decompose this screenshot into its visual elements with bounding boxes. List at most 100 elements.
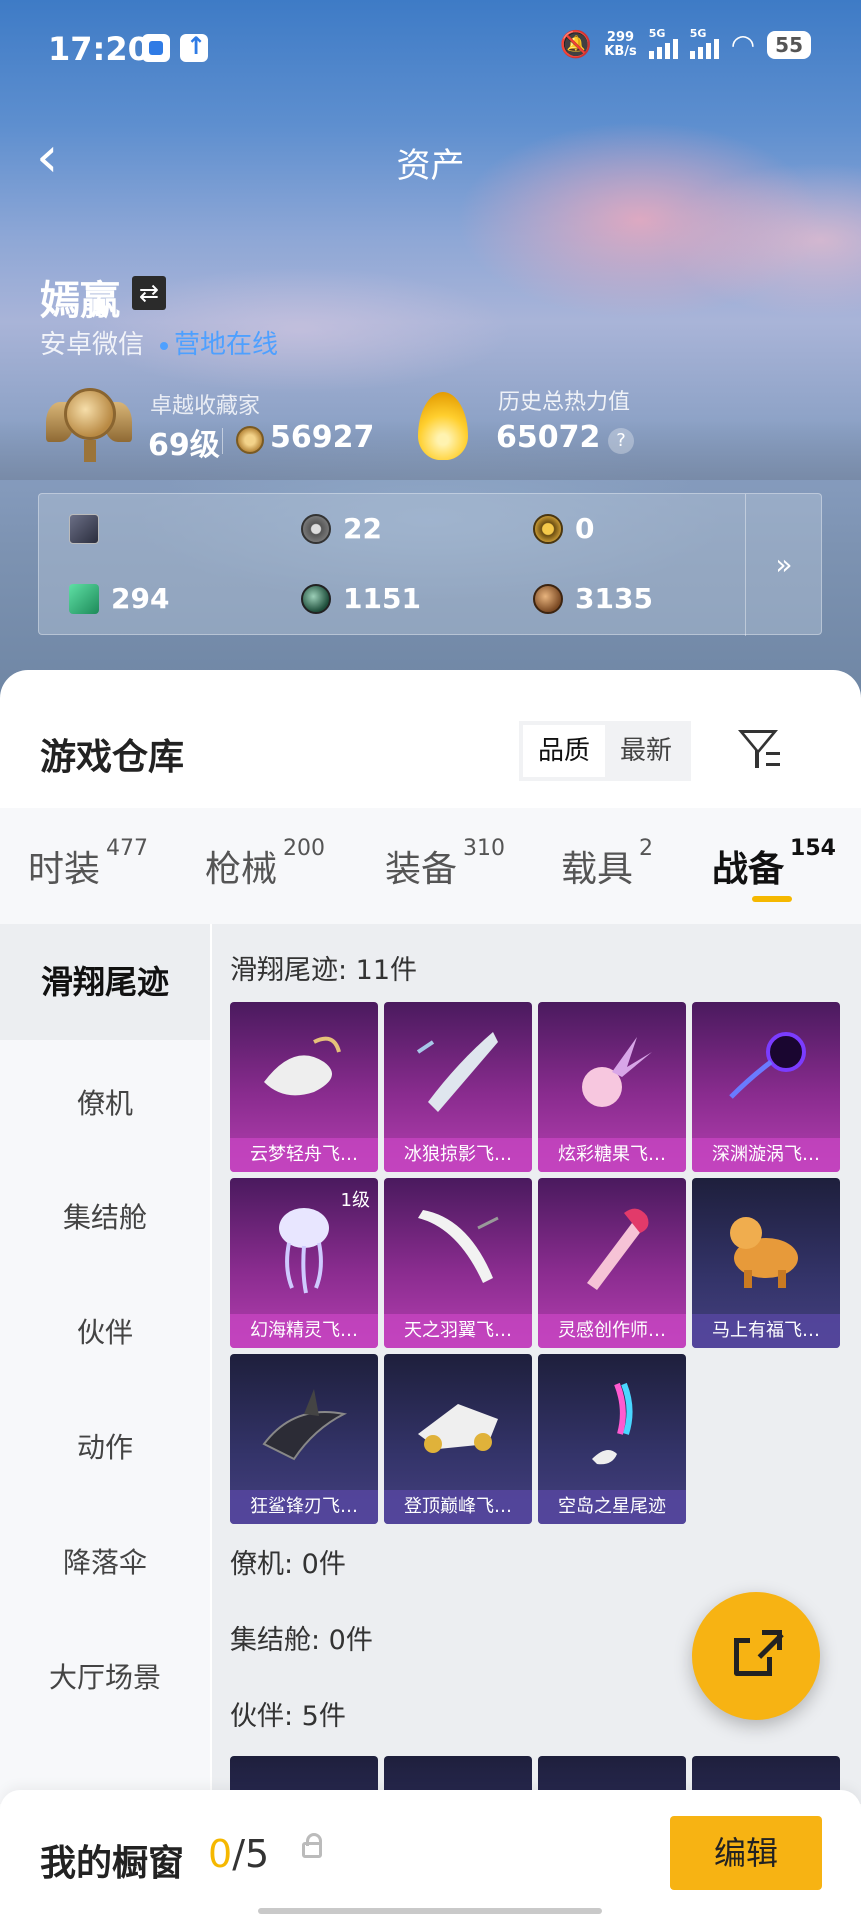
- currency-bronze: 3135: [533, 582, 653, 615]
- currency-gold: 0: [533, 512, 594, 545]
- sidebar-item-capsule[interactable]: 集结舱: [0, 1196, 210, 1236]
- item-card[interactable]: 炫彩糖果飞…: [538, 1002, 686, 1172]
- section-title-partner: 伙伴: 5件: [230, 1701, 346, 1732]
- item-card[interactable]: 1级 幻海精灵飞…: [230, 1178, 378, 1348]
- item-name: 狂鲨锋刃飞…: [230, 1490, 378, 1524]
- card-icon: [69, 513, 99, 544]
- page-title: 资产: [396, 146, 465, 186]
- signal-icon: 5G: [648, 27, 678, 59]
- filter-icon[interactable]: [736, 726, 784, 774]
- help-icon[interactable]: ?: [608, 428, 634, 454]
- sidebar-item-lobby-scene[interactable]: 大厅场景: [0, 1656, 210, 1696]
- switch-account-icon[interactable]: ⇄: [132, 276, 166, 310]
- lock-icon: [302, 1833, 322, 1858]
- share-button[interactable]: [692, 1592, 820, 1720]
- paint-brush-icon: [587, 1208, 649, 1290]
- feather-wings-icon: [418, 1210, 499, 1283]
- horse-icon: [730, 1217, 798, 1288]
- battery-indicator: 55: [767, 30, 811, 59]
- shark-icon: [262, 1389, 348, 1461]
- online-status: 营地在线: [160, 324, 278, 361]
- platform-label: 安卓微信: [40, 330, 145, 360]
- rainbow-trail-icon: [592, 1382, 633, 1465]
- sidebar-item-parachute[interactable]: 降落伞: [0, 1541, 210, 1581]
- collector-title: 卓越收藏家: [150, 394, 261, 419]
- section-title-glide: 滑翔尾迹: 11件: [230, 955, 418, 986]
- net-speed: 299 KB/s: [604, 29, 637, 59]
- item-card[interactable]: 登顶巅峰飞…: [384, 1354, 532, 1524]
- home-indicator: [258, 1908, 602, 1914]
- currency-silver: 22: [301, 512, 382, 545]
- item-name: 空岛之星尾迹: [538, 1490, 686, 1524]
- item-card[interactable]: 深渊漩涡飞…: [692, 1002, 840, 1172]
- item-name: 登顶巅峰飞…: [384, 1490, 532, 1524]
- section-title-wingman: 僚机: 0件: [230, 1549, 346, 1580]
- tab-vehicles[interactable]: 载具2: [561, 836, 653, 892]
- bronze-coin-icon: [533, 583, 563, 614]
- jellyfish-icon: [279, 1208, 329, 1294]
- sidebar-item-glide-trail[interactable]: 滑翔尾迹: [0, 924, 210, 1040]
- sort-quality-button[interactable]: 品质: [523, 725, 605, 777]
- item-name: 云梦轻舟飞…: [230, 1138, 378, 1172]
- glide-trail-icon: [582, 1037, 652, 1107]
- currency-panel[interactable]: 4 22 0 294 1151 3135 »: [38, 493, 823, 636]
- ticket-icon: [69, 583, 99, 614]
- collector-coin-icon: [236, 426, 264, 454]
- tab-fashion[interactable]: 时装477: [28, 836, 148, 892]
- item-card[interactable]: 马上有福飞…: [692, 1178, 840, 1348]
- currency-more-icon[interactable]: »: [745, 494, 823, 636]
- upload-notification-icon: [180, 32, 208, 62]
- showcase-count: 0/5: [208, 1832, 270, 1876]
- currency-card: 4: [69, 512, 99, 545]
- item-name: 深渊漩涡飞…: [692, 1138, 840, 1172]
- currency-green: 1151: [301, 582, 421, 615]
- edit-button[interactable]: 编辑: [670, 1816, 822, 1890]
- section-title-capsule: 集结舱: 0件: [230, 1625, 373, 1656]
- glide-trail-icon: [264, 1036, 341, 1096]
- gold-coin-icon: [533, 513, 563, 544]
- sort-toggle: 品质 最新: [519, 721, 691, 781]
- item-name: 冰狼掠影飞…: [384, 1138, 532, 1172]
- flame-icon: [412, 388, 474, 464]
- sort-newest-button[interactable]: 最新: [605, 725, 687, 777]
- item-card[interactable]: 灵感创作师…: [538, 1178, 686, 1348]
- item-name: 天之羽翼飞…: [384, 1314, 532, 1348]
- tab-firearms[interactable]: 枪械200: [205, 836, 325, 892]
- wifi-icon: ◠: [730, 28, 756, 61]
- username: 嫣鸁: [40, 278, 120, 324]
- item-name: 幻海精灵飞…: [230, 1314, 378, 1348]
- heat-value: 65072: [496, 420, 601, 455]
- item-name: 马上有福飞…: [692, 1314, 840, 1348]
- glide-trail-icon: [416, 1032, 498, 1112]
- currency-ticket: 294: [69, 582, 169, 615]
- sidebar-item-partner[interactable]: 伙伴: [0, 1311, 210, 1351]
- tab-equipment[interactable]: 装备310: [385, 836, 505, 892]
- heat-title: 历史总热力值: [498, 390, 631, 415]
- active-tab-indicator: [752, 896, 792, 902]
- silver-coin-icon: [301, 513, 331, 544]
- signal-icon: 5G: [689, 27, 719, 59]
- warehouse-title: 游戏仓库: [40, 737, 185, 778]
- item-card[interactable]: 云梦轻舟飞…: [230, 1002, 378, 1172]
- status-time: 17:20: [48, 30, 150, 68]
- tab-combat-gear[interactable]: 战备154: [712, 836, 836, 892]
- item-card[interactable]: 空岛之星尾迹: [538, 1354, 686, 1524]
- sidebar-item-wingman[interactable]: 僚机: [0, 1082, 210, 1122]
- showcase-label: 我的橱窗: [40, 1843, 185, 1884]
- item-card[interactable]: 冰狼掠影飞…: [384, 1002, 532, 1172]
- jet-icon: [418, 1404, 498, 1453]
- collector-points: 56927: [270, 420, 375, 455]
- status-bar: 17:20 🔕 299 KB/s 5G 5G ◠ 55: [0, 0, 861, 100]
- sidebar: 滑翔尾迹 僚机 集结舱 伙伴 动作 降落伞 大厅场景: [0, 924, 210, 1804]
- mute-bell-icon: 🔕: [559, 29, 593, 60]
- item-name: 灵感创作师…: [538, 1314, 686, 1348]
- green-coin-icon: [301, 583, 331, 614]
- sidebar-item-emote[interactable]: 动作: [0, 1426, 210, 1466]
- item-name: 炫彩糖果飞…: [538, 1138, 686, 1172]
- item-card[interactable]: 天之羽翼飞…: [384, 1178, 532, 1348]
- item-level: 1级: [340, 1190, 370, 1211]
- glide-trail-icon: [729, 1032, 806, 1099]
- item-card[interactable]: 狂鲨锋刃飞…: [230, 1354, 378, 1524]
- app-notification-icon: [142, 34, 170, 62]
- collector-level: 69级: [148, 428, 220, 463]
